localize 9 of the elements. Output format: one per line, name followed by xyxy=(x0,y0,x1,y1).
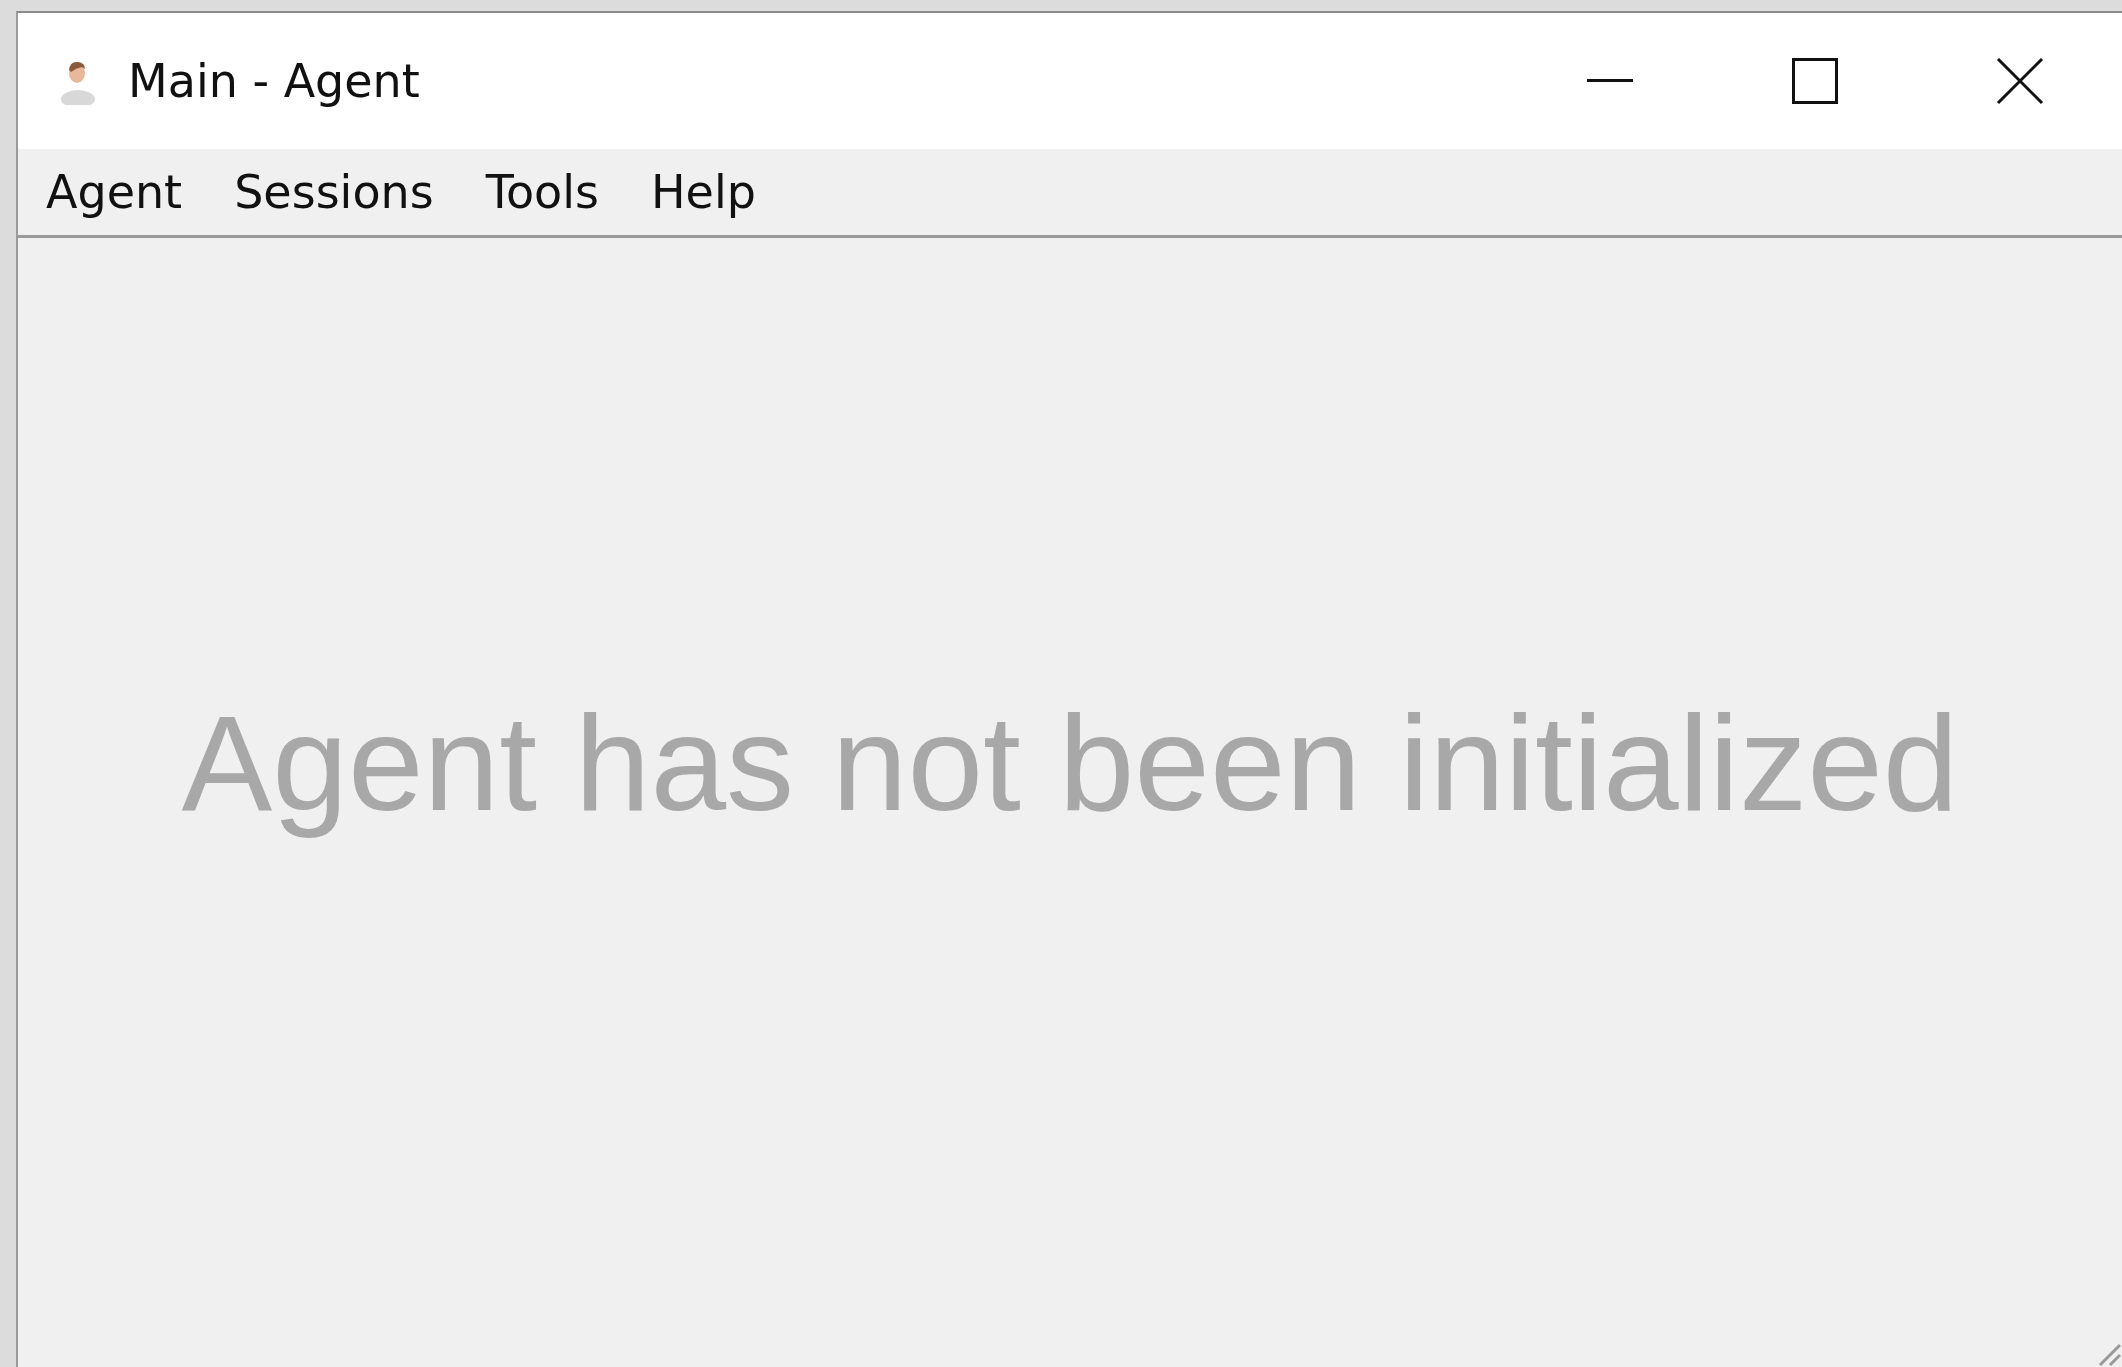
menu-item[interactable]: Help xyxy=(651,165,756,219)
close-icon xyxy=(1995,57,2044,105)
menu-item[interactable]: Tools xyxy=(485,165,599,219)
status-message: Agent has not been initialized xyxy=(181,685,1959,841)
minimize-icon xyxy=(1586,79,1633,83)
menu-item[interactable]: Sessions xyxy=(234,165,434,219)
maximize-icon xyxy=(1791,58,1838,104)
window-title: Main - Agent xyxy=(128,54,420,108)
menu-item[interactable]: Agent xyxy=(46,165,183,219)
